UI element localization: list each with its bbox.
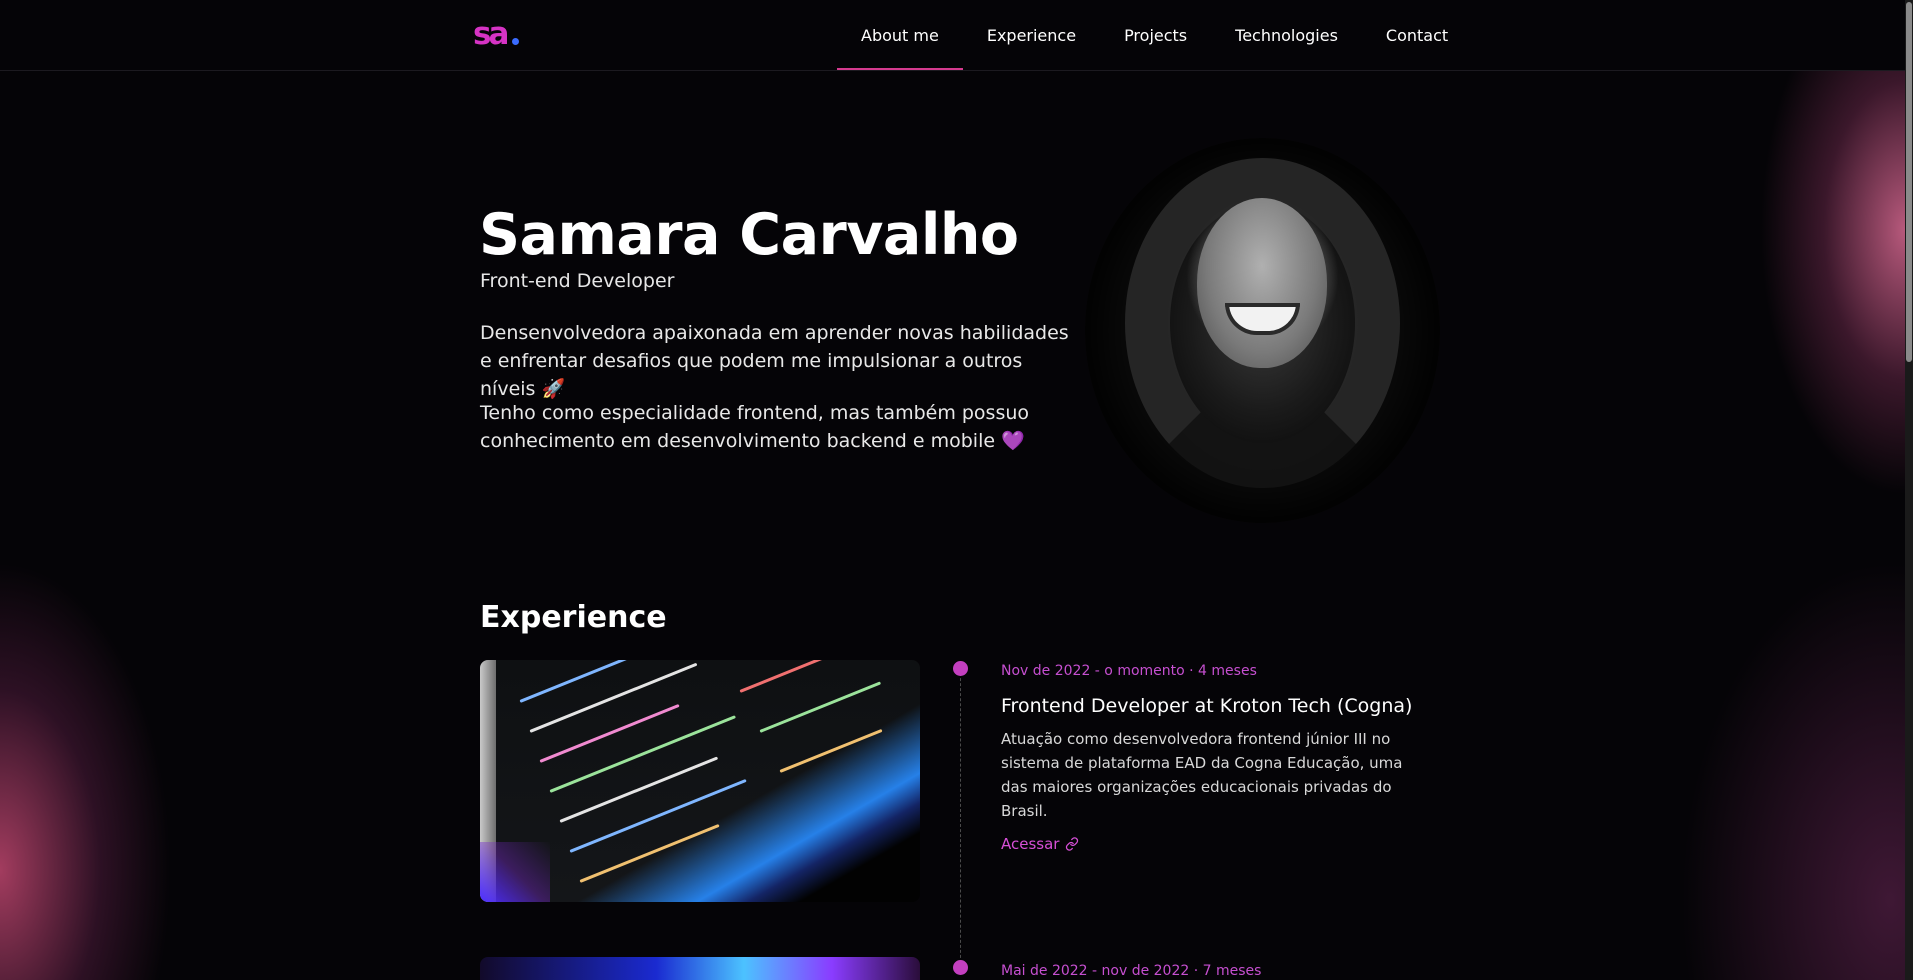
code-line: [739, 660, 852, 693]
experience-description: Atuação como desenvolvedora frontend jún…: [1001, 730, 1403, 820]
code-line: [529, 662, 698, 733]
profile-photo: [1085, 138, 1440, 523]
experience-image-1: [480, 660, 920, 902]
hero-paragraph-1: Densenvolvedora apaixonada em aprender n…: [480, 322, 1069, 400]
nav-item-contact[interactable]: Contact: [1362, 0, 1472, 70]
experience-date: Nov de 2022 - o momento · 4 meses: [1001, 663, 1257, 679]
logo-dot-icon: [512, 38, 519, 45]
top-navbar: sa About me Experience Projects Technolo…: [0, 0, 1913, 71]
timeline-dot: [953, 661, 968, 676]
timeline-dot: [953, 960, 968, 975]
experience-access-link[interactable]: Acessar: [1001, 833, 1079, 855]
nav-item-technologies[interactable]: Technologies: [1211, 0, 1362, 70]
photo-face-shape: [1197, 198, 1327, 368]
main-nav: About me Experience Projects Technologie…: [837, 0, 1472, 70]
hero-name: Samara Carvalho: [479, 202, 1019, 268]
experience-image-2: [480, 957, 920, 980]
code-line: [539, 703, 680, 763]
monitor-glow: [480, 842, 550, 902]
hero-role: Front-end Developer: [480, 270, 675, 292]
experience-access-link-label: Acessar: [1001, 835, 1060, 853]
hero-paragraph-2: Tenho como especialidade frontend, mas t…: [480, 402, 1030, 452]
nav-item-projects[interactable]: Projects: [1100, 0, 1211, 70]
code-line: [559, 756, 719, 823]
nav-item-experience[interactable]: Experience: [963, 0, 1100, 70]
code-line: [579, 823, 720, 883]
logo[interactable]: sa: [473, 16, 519, 52]
code-line: [759, 681, 882, 733]
logo-text: sa: [473, 16, 509, 52]
experience-section-title: Experience: [480, 600, 667, 635]
timeline-line: [960, 668, 961, 968]
code-line: [549, 715, 736, 793]
code-line: [519, 660, 651, 703]
nav-item-about-me[interactable]: About me: [837, 0, 963, 70]
page: sa About me Experience Projects Technolo…: [0, 0, 1913, 980]
link-icon: [1066, 837, 1079, 851]
code-line: [779, 728, 883, 773]
code-line: [569, 778, 747, 853]
experience-title: Frontend Developer at Kroton Tech (Cogna…: [1001, 695, 1413, 717]
scrollbar-thumb[interactable]: [1906, 2, 1912, 362]
experience-date: Mai de 2022 - nov de 2022 · 7 meses: [1001, 963, 1262, 979]
